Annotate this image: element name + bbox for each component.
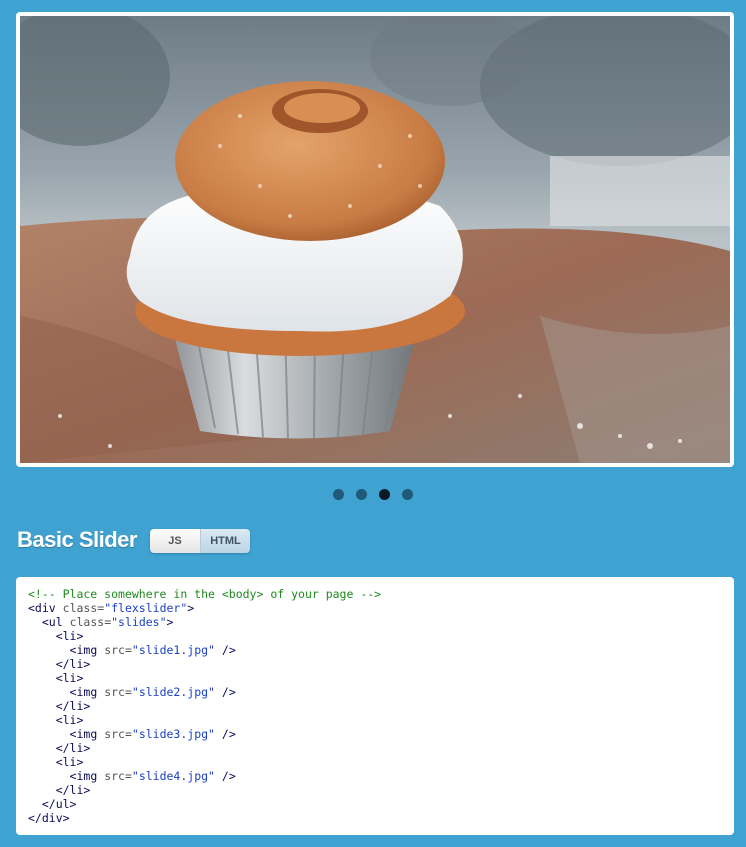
code-token: </ul>: [41, 797, 77, 811]
code-token: src=: [104, 685, 132, 699]
cupcake-with-donut-photo: [20, 16, 730, 463]
code-token: </li>: [55, 783, 91, 797]
code-token: </li>: [55, 699, 91, 713]
code-token: />: [221, 643, 236, 657]
code-tabs: JS HTML: [150, 529, 250, 553]
code-token: </div>: [28, 811, 70, 825]
code-token: class=: [62, 601, 105, 615]
code-token: <li>: [55, 671, 84, 685]
tab-html[interactable]: HTML: [201, 529, 250, 553]
code-token: src=: [104, 643, 132, 657]
code-token: >: [166, 615, 174, 629]
code-token: <div: [28, 601, 56, 615]
code-token: "flexslider": [104, 601, 188, 615]
code-token: src=: [104, 769, 132, 783]
code-token: <img: [69, 727, 98, 741]
code-token: "slide3.jpg": [131, 727, 215, 741]
code-comment: <!-- Place somewhere in the <body> of yo…: [28, 587, 382, 601]
section-title: Basic Slider: [17, 527, 137, 552]
pager-dot-2[interactable]: [356, 489, 367, 500]
pager-dot-4[interactable]: [402, 489, 413, 500]
code-token: <img: [69, 685, 98, 699]
code-token: />: [221, 769, 236, 783]
code-token: src=: [104, 727, 132, 741]
slide-image: [20, 16, 730, 463]
flexslider[interactable]: [16, 12, 734, 467]
code-token: </li>: [55, 657, 91, 671]
code-block: <!-- Place somewhere in the <body> of yo…: [16, 577, 734, 835]
slider-pager: [0, 489, 746, 500]
code-token: "slide4.jpg": [131, 769, 215, 783]
code-token: "slides": [111, 615, 167, 629]
code-token: <li>: [55, 713, 84, 727]
pager-dot-3[interactable]: [379, 489, 390, 500]
code-token: "slide2.jpg": [131, 685, 215, 699]
pager-dot-1[interactable]: [333, 489, 344, 500]
code-token: <li>: [55, 755, 84, 769]
code-token: "slide1.jpg": [131, 643, 215, 657]
code-token: <ul: [41, 615, 63, 629]
code-token: <img: [69, 643, 98, 657]
code-token: </li>: [55, 741, 91, 755]
code-token: <img: [69, 769, 98, 783]
code-token: />: [221, 685, 236, 699]
tab-js[interactable]: JS: [150, 529, 201, 553]
code-token: />: [221, 727, 236, 741]
code-token: class=: [69, 615, 112, 629]
code-token: <li>: [55, 629, 84, 643]
code-token: >: [187, 601, 195, 615]
